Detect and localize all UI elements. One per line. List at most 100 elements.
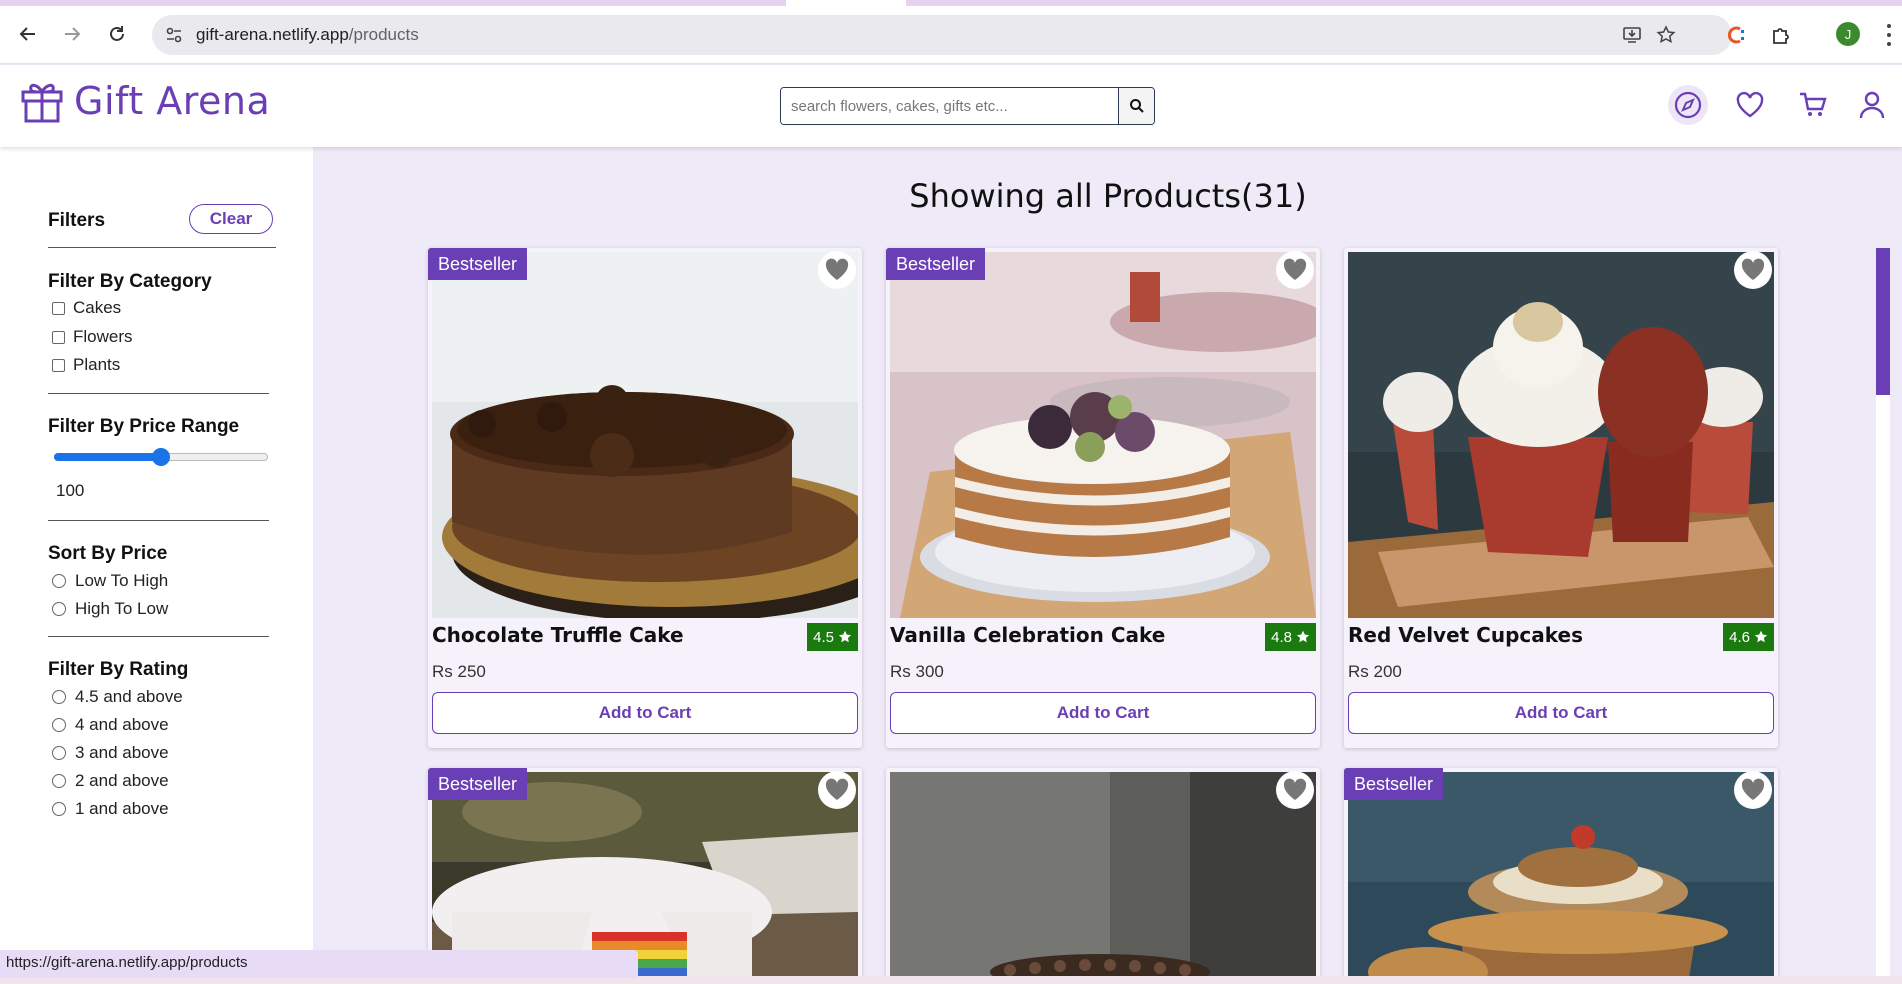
- add-to-cart-button[interactable]: Add to Cart: [1348, 692, 1774, 734]
- logo[interactable]: Gift Arena: [20, 78, 270, 124]
- site-settings-icon[interactable]: [164, 25, 184, 45]
- scrollbar-thumb[interactable]: [1876, 248, 1890, 395]
- radio-button[interactable]: [52, 802, 66, 816]
- option-label: Flowers: [73, 327, 133, 346]
- product-image[interactable]: [432, 252, 858, 618]
- category-option-flowers[interactable]: Flowers: [52, 327, 133, 347]
- radio-button[interactable]: [52, 574, 66, 588]
- product-price: Rs 200: [1348, 662, 1402, 681]
- user-profile-icon[interactable]: [1852, 85, 1892, 125]
- bestseller-badge: Bestseller: [428, 248, 528, 280]
- product-image[interactable]: [890, 772, 1316, 984]
- rating-option-4-5[interactable]: 4.5 and above: [52, 687, 183, 707]
- checkbox[interactable]: [52, 301, 65, 315]
- product-card[interactable]: [886, 768, 1320, 984]
- star-icon: [1754, 630, 1768, 643]
- search-bar: [780, 87, 1155, 125]
- cart-icon[interactable]: [1793, 85, 1833, 125]
- forward-arrow-icon[interactable]: [58, 20, 86, 48]
- price-range-slider[interactable]: [54, 448, 268, 466]
- explore-compass-icon[interactable]: [1668, 85, 1708, 125]
- product-image[interactable]: [1348, 252, 1774, 618]
- back-arrow-icon[interactable]: [14, 20, 42, 48]
- option-label: 4 and above: [75, 715, 169, 734]
- install-app-icon[interactable]: [1620, 23, 1644, 47]
- clear-filters-button[interactable]: Clear: [189, 204, 273, 234]
- product-card[interactable]: Bestseller Vanilla Celebration Cake 4.8 …: [886, 248, 1320, 748]
- product-name[interactable]: Chocolate Truffle Cake: [432, 623, 684, 647]
- product-name[interactable]: Red Velvet Cupcakes: [1348, 623, 1583, 647]
- option-label: 3 and above: [75, 743, 169, 762]
- product-image[interactable]: [1348, 772, 1774, 984]
- bestseller-badge: Bestseller: [886, 248, 986, 280]
- rating-option-3[interactable]: 3 and above: [52, 743, 169, 763]
- bookmark-star-icon[interactable]: [1654, 23, 1678, 47]
- address-bar[interactable]: gift-arena.netlify.app/products: [152, 15, 1732, 55]
- reload-icon[interactable]: [103, 20, 131, 48]
- wishlist-heart-icon[interactable]: [1734, 771, 1772, 809]
- category-filter-title: Filter By Category: [48, 271, 212, 292]
- checkbox[interactable]: [52, 358, 65, 372]
- rating-option-1[interactable]: 1 and above: [52, 799, 169, 819]
- option-label: 4.5 and above: [75, 687, 183, 706]
- star-icon: [838, 630, 852, 643]
- product-name[interactable]: Vanilla Celebration Cake: [890, 623, 1165, 647]
- sort-title: Sort By Price: [48, 543, 168, 564]
- search-input[interactable]: [781, 88, 1118, 124]
- url-path: /products: [348, 25, 419, 44]
- category-option-plants[interactable]: Plants: [52, 355, 120, 375]
- wishlist-heart-icon[interactable]: [1730, 85, 1770, 125]
- wishlist-heart-icon[interactable]: [1276, 251, 1314, 289]
- rating-filter-title: Filter By Rating: [48, 659, 189, 680]
- url-text: gift-arena.netlify.app/products: [196, 25, 419, 45]
- sort-option-high-low[interactable]: High To Low: [52, 599, 168, 619]
- product-card[interactable]: Red Velvet Cupcakes 4.6 Rs 200 Add to Ca…: [1344, 248, 1778, 748]
- option-label: Low To High: [75, 571, 169, 590]
- pastry-photo: [1348, 772, 1774, 984]
- profile-avatar[interactable]: J: [1836, 22, 1860, 46]
- radio-button[interactable]: [52, 602, 66, 616]
- url-host: gift-arena.netlify.app: [196, 25, 349, 44]
- sort-option-low-high[interactable]: Low To High: [52, 571, 168, 591]
- radio-button[interactable]: [52, 690, 66, 704]
- extension-c-icon[interactable]: [1724, 22, 1750, 48]
- radio-button[interactable]: [52, 746, 66, 760]
- slider-thumb[interactable]: [152, 448, 170, 466]
- option-label: Plants: [73, 355, 121, 374]
- radio-button[interactable]: [52, 774, 66, 788]
- site-header: Gift Arena: [0, 65, 1902, 147]
- red-velvet-cupcakes-photo: [1348, 252, 1774, 618]
- wishlist-heart-icon[interactable]: [818, 771, 856, 809]
- browser-menu-icon[interactable]: [1886, 24, 1892, 46]
- rating-option-2[interactable]: 2 and above: [52, 771, 169, 791]
- page-title: Showing all Products(31): [909, 177, 1307, 215]
- vanilla-cake-photo: [890, 252, 1316, 618]
- add-to-cart-button[interactable]: Add to Cart: [432, 692, 858, 734]
- product-price: Rs 300: [890, 662, 944, 681]
- rating-option-4[interactable]: 4 and above: [52, 715, 169, 735]
- divider: [48, 393, 269, 394]
- product-card[interactable]: Bestseller: [1344, 768, 1778, 984]
- search-button[interactable]: [1118, 88, 1154, 124]
- filters-sidebar: Filters Clear Filter By Category Cakes F…: [0, 147, 313, 984]
- extensions-puzzle-icon[interactable]: [1768, 22, 1794, 48]
- add-to-cart-button[interactable]: Add to Cart: [890, 692, 1316, 734]
- rating-value: 4.5: [813, 628, 834, 646]
- browser-toolbar: gift-arena.netlify.app/products J: [0, 6, 1902, 64]
- option-label: Cakes: [73, 298, 122, 317]
- category-option-cakes[interactable]: Cakes: [52, 298, 121, 318]
- wishlist-heart-icon[interactable]: [1276, 771, 1314, 809]
- rating-badge: 4.8: [1265, 623, 1316, 651]
- product-card[interactable]: Bestseller Chocolate Truffle Cake 4.5 Rs…: [428, 248, 862, 748]
- divider: [48, 520, 269, 521]
- wishlist-heart-icon[interactable]: [1734, 251, 1772, 289]
- rating-value: 4.6: [1729, 628, 1750, 646]
- bestseller-badge: Bestseller: [1344, 768, 1444, 800]
- wishlist-heart-icon[interactable]: [818, 251, 856, 289]
- option-label: 1 and above: [75, 799, 169, 818]
- radio-button[interactable]: [52, 718, 66, 732]
- product-image[interactable]: [890, 252, 1316, 618]
- rating-value: 4.8: [1271, 628, 1292, 646]
- checkbox[interactable]: [52, 330, 65, 344]
- price-range-value: 100: [56, 481, 85, 500]
